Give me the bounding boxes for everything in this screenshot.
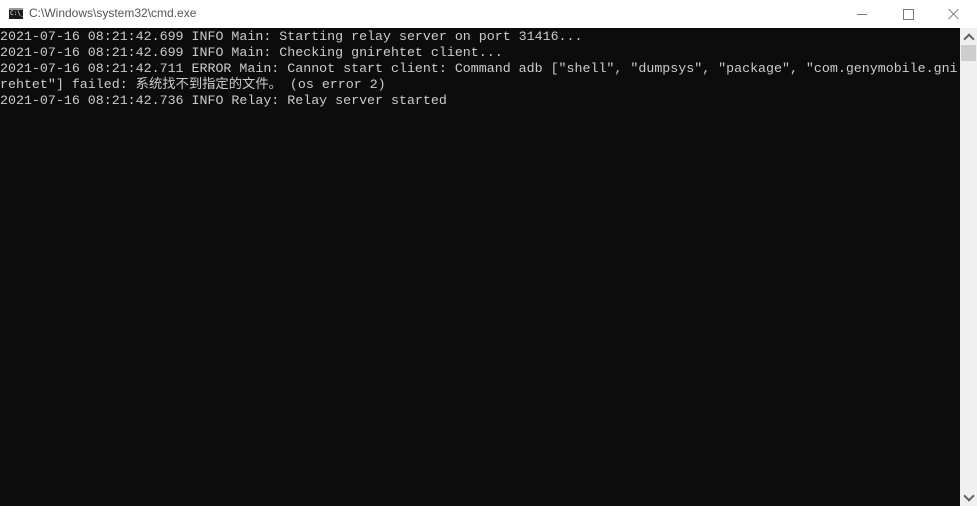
window-title: C:\Windows\system32\cmd.exe xyxy=(29,6,197,20)
console-line: 2021-07-16 08:21:42.711 ERROR Main: Cann… xyxy=(0,61,958,76)
scrollbar-thumb[interactable] xyxy=(961,45,976,61)
scroll-up-button[interactable] xyxy=(960,28,977,45)
vertical-scrollbar[interactable] xyxy=(960,28,977,506)
console-line: 2021-07-16 08:21:42.699 INFO Main: Check… xyxy=(0,45,503,60)
close-icon xyxy=(948,8,960,20)
title-bar[interactable]: C:\_ C:\Windows\system32\cmd.exe xyxy=(0,0,977,28)
maximize-button[interactable] xyxy=(885,0,931,28)
maximize-icon xyxy=(902,8,914,20)
scroll-down-button[interactable] xyxy=(960,489,977,506)
minimize-icon xyxy=(857,13,867,15)
console-line: rehtet"] failed: 系统找不到指定的文件。 (os error 2… xyxy=(0,77,386,92)
chevron-up-icon xyxy=(962,32,975,45)
console-output[interactable]: 2021-07-16 08:21:42.699 INFO Main: Start… xyxy=(0,28,960,506)
console-line: 2021-07-16 08:21:42.736 INFO Relay: Rela… xyxy=(0,93,447,108)
console-line: 2021-07-16 08:21:42.699 INFO Main: Start… xyxy=(0,29,583,44)
chevron-down-icon xyxy=(962,489,975,502)
minimize-button[interactable] xyxy=(839,0,885,28)
cmd-icon[interactable]: C:\_ xyxy=(9,8,23,19)
close-button[interactable] xyxy=(931,0,977,28)
